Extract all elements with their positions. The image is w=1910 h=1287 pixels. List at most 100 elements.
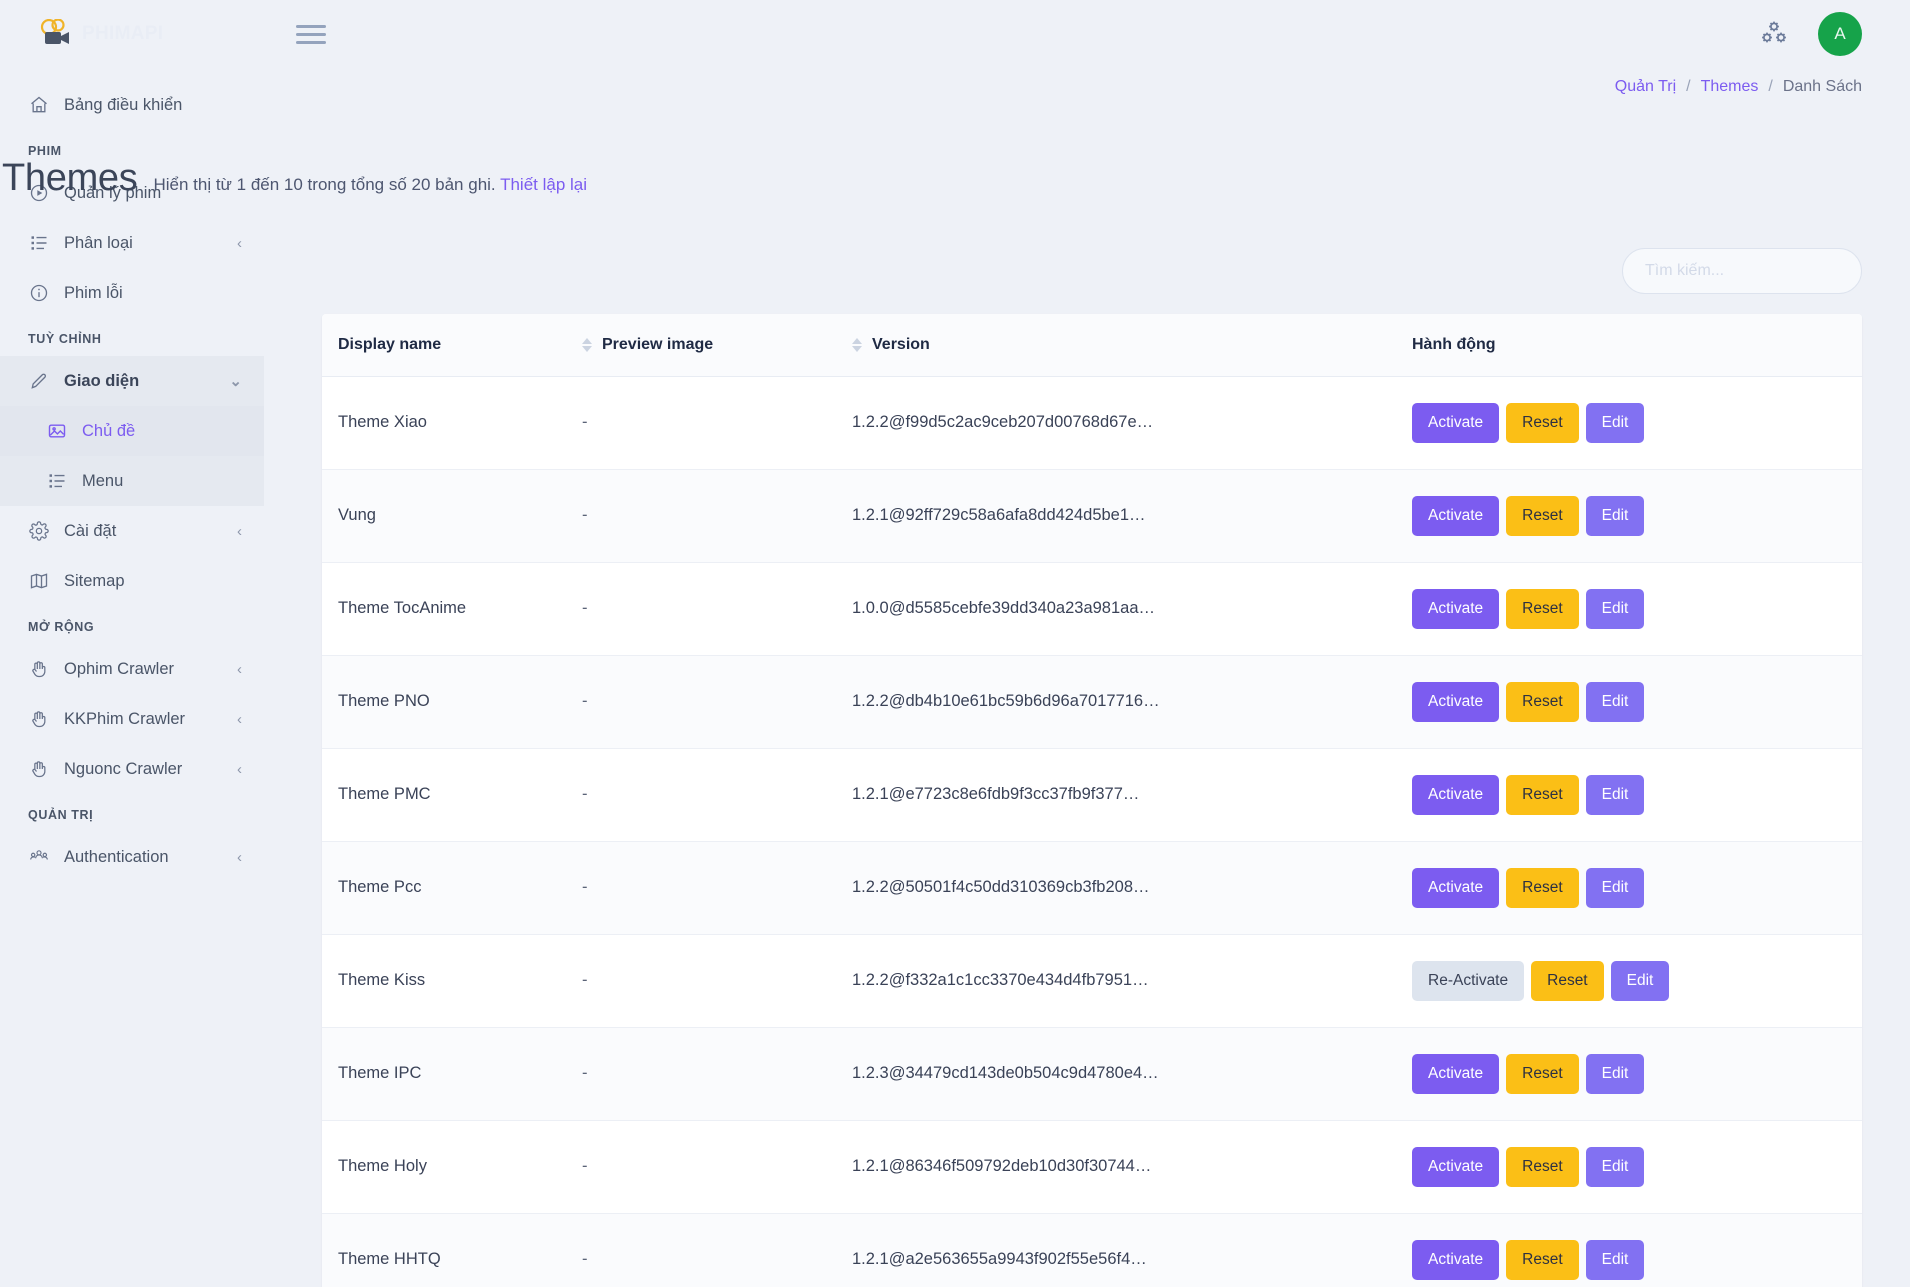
cell-preview-image: - — [582, 376, 852, 470]
re-activate-button[interactable]: Re-Activate — [1412, 960, 1525, 1001]
edit-button[interactable]: Edit — [1585, 495, 1645, 536]
sidebar-item-nguonc-crawler-label: Nguonc Crawler — [64, 759, 183, 778]
sidebar-item-cai-dat[interactable]: Cài đặt ‹ — [0, 506, 264, 556]
cell-version: 1.2.3@34479cd143de0b504c9d4780e4… — [852, 1027, 1412, 1121]
cell-version: 1.0.0@d5585cebfe39dd340a23a981aa… — [852, 562, 1412, 656]
themes-table-card: Display name Preview image Version Hành … — [322, 313, 1862, 1287]
sort-icon[interactable] — [582, 337, 592, 352]
cell-preview-image: - — [582, 748, 852, 842]
column-header-display-name[interactable]: Display name — [322, 313, 582, 377]
hamburger-icon[interactable] — [296, 24, 326, 44]
reset-button[interactable]: Reset — [1506, 1239, 1579, 1280]
activate-button[interactable]: Activate — [1412, 495, 1500, 536]
gears-icon[interactable] — [1758, 19, 1790, 49]
sidebar-item-authentication-label: Authentication — [64, 847, 169, 866]
column-header-display-name-label: Display name — [338, 335, 442, 353]
hand-icon — [28, 758, 50, 780]
cell-display-name: Theme Pcc — [322, 841, 582, 935]
sidebar-item-giao-dien[interactable]: Giao diện ⌄ — [0, 356, 264, 406]
cell-display-name: Vung — [322, 469, 582, 563]
sort-icon[interactable] — [852, 337, 862, 352]
reset-button[interactable]: Reset — [1506, 1146, 1579, 1187]
avatar[interactable]: A — [1818, 12, 1862, 56]
cell-display-name: Theme Kiss — [322, 934, 582, 1028]
reset-button[interactable]: Reset — [1531, 960, 1604, 1001]
edit-button[interactable]: Edit — [1585, 1053, 1645, 1094]
sidebar-item-chu-de-label: Chủ đề — [82, 421, 136, 440]
reset-button[interactable]: Reset — [1506, 402, 1579, 443]
table-row: Theme PMC - 1.2.1@e7723c8e6fdb9f3cc37fb9… — [322, 748, 1862, 842]
sidebar-item-kkphim-crawler[interactable]: KKPhim Crawler ‹ — [0, 694, 264, 744]
list-icon — [28, 232, 50, 254]
table-header-row: Display name Preview image Version Hành … — [322, 313, 1862, 377]
cell-preview-image: - — [582, 1120, 852, 1214]
breadcrumb-item-themes[interactable]: Themes — [1701, 78, 1759, 96]
cell-preview-image: - — [582, 934, 852, 1028]
table-row: Theme Xiao - 1.2.2@f99d5c2ac9ceb207d0076… — [322, 376, 1862, 470]
activate-button[interactable]: Activate — [1412, 1146, 1500, 1187]
themes-table: Display name Preview image Version Hành … — [322, 313, 1862, 1287]
cell-actions: Activate Reset Edit — [1412, 748, 1862, 842]
activate-button[interactable]: Activate — [1412, 1239, 1500, 1280]
edit-button[interactable]: Edit — [1585, 1146, 1645, 1187]
reset-button[interactable]: Reset — [1506, 1053, 1579, 1094]
edit-button[interactable]: Edit — [1585, 402, 1645, 443]
reset-button[interactable]: Reset — [1506, 681, 1579, 722]
chevron-left-icon: ‹ — [237, 522, 242, 540]
cell-preview-image: - — [582, 841, 852, 935]
sidebar-item-menu[interactable]: Menu — [0, 456, 264, 506]
sidebar-item-chu-de[interactable]: Chủ đề — [0, 406, 264, 456]
sidebar-item-phim-loi[interactable]: Phim lỗi — [0, 268, 264, 318]
sidebar-item-cai-dat-label: Cài đặt — [64, 521, 117, 540]
cell-actions: Activate Reset Edit — [1412, 469, 1862, 563]
activate-button[interactable]: Activate — [1412, 867, 1500, 908]
page-subtitle: Hiển thị từ 1 đến 10 trong tổng số 20 bả… — [153, 175, 587, 195]
edit-button[interactable]: Edit — [1610, 960, 1670, 1001]
column-header-version[interactable]: Version — [852, 313, 1412, 377]
activate-button[interactable]: Activate — [1412, 1053, 1500, 1094]
activate-button[interactable]: Activate — [1412, 774, 1500, 815]
row-action-group: Activate Reset Edit — [1412, 774, 1846, 815]
breadcrumb-item-danh-sach: Danh Sách — [1782, 78, 1862, 95]
cell-actions: Activate Reset Edit — [1412, 1027, 1862, 1121]
image-icon — [46, 420, 68, 442]
sidebar-item-authentication[interactable]: Authentication ‹ — [0, 832, 264, 882]
reset-button[interactable]: Reset — [1506, 495, 1579, 536]
search-input[interactable] — [1622, 247, 1862, 294]
reset-button[interactable]: Reset — [1506, 867, 1579, 908]
edit-button[interactable]: Edit — [1585, 867, 1645, 908]
cell-actions: Activate Reset Edit — [1412, 841, 1862, 935]
column-header-actions-label: Hành động — [1412, 335, 1496, 353]
hand-icon — [28, 708, 50, 730]
activate-button[interactable]: Activate — [1412, 681, 1500, 722]
avatar-initial: A — [1834, 24, 1846, 43]
column-header-version-label: Version — [872, 335, 930, 353]
info-circle-icon — [28, 282, 50, 304]
reset-button[interactable]: Reset — [1506, 774, 1579, 815]
page-title: Themes — [2, 157, 138, 200]
map-icon — [28, 570, 50, 592]
sidebar-section-tuy-chinh: TUỲ CHỈNH — [28, 332, 102, 346]
edit-button[interactable]: Edit — [1585, 588, 1645, 629]
activate-button[interactable]: Activate — [1412, 588, 1500, 629]
sidebar-item-phan-loai-label: Phân loại — [64, 233, 133, 252]
topbar-actions: A — [1758, 12, 1862, 56]
row-action-group: Activate Reset Edit — [1412, 402, 1846, 443]
reset-filters-link[interactable]: Thiết lập lại — [500, 175, 587, 194]
breadcrumb-item-quan-tri[interactable]: Quản Trị — [1615, 78, 1676, 96]
table-row: Theme Kiss - 1.2.2@f332a1c1cc3370e434d4f… — [322, 934, 1862, 1028]
sidebar-item-ophim-crawler[interactable]: Ophim Crawler ‹ — [0, 644, 264, 694]
activate-button[interactable]: Activate — [1412, 402, 1500, 443]
edit-button[interactable]: Edit — [1585, 1239, 1645, 1280]
list-icon — [46, 470, 68, 492]
column-header-preview-image[interactable]: Preview image — [582, 313, 852, 377]
sidebar-item-nguonc-crawler[interactable]: Nguonc Crawler ‹ — [0, 744, 264, 794]
edit-button[interactable]: Edit — [1585, 774, 1645, 815]
reset-button[interactable]: Reset — [1506, 588, 1579, 629]
sidebar-item-sitemap[interactable]: Sitemap — [0, 556, 264, 606]
edit-button[interactable]: Edit — [1585, 681, 1645, 722]
cell-preview-image: - — [582, 655, 852, 749]
sidebar-item-ophim-crawler-label: Ophim Crawler — [64, 659, 175, 678]
cell-display-name: Theme PMC — [322, 748, 582, 842]
brand[interactable]: PHIMAPI — [0, 0, 264, 68]
